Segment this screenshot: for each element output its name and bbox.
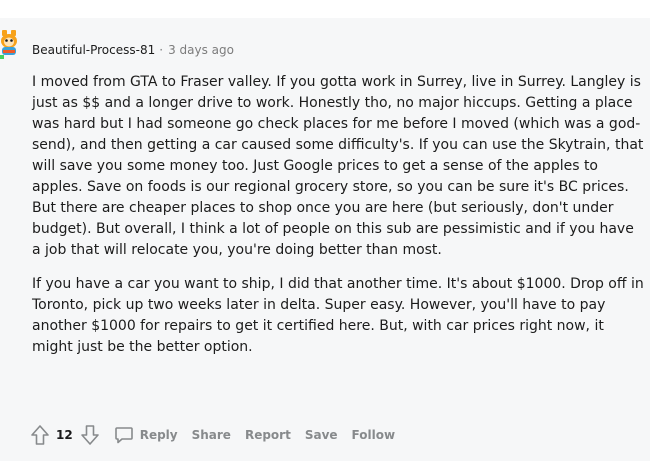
vote-score: 12 bbox=[56, 428, 73, 442]
snoo-avatar-icon bbox=[0, 30, 17, 59]
upvote-arrow-icon bbox=[31, 425, 49, 445]
reply-label: Reply bbox=[139, 428, 178, 442]
comment-body: I moved from GTA to Fraser valley. If yo… bbox=[32, 72, 644, 358]
report-button[interactable]: Report bbox=[245, 428, 291, 442]
upvote-button[interactable] bbox=[30, 424, 50, 446]
follow-button[interactable]: Follow bbox=[352, 428, 396, 442]
username-link[interactable]: Beautiful-Process-81 bbox=[32, 43, 155, 57]
timestamp-link[interactable]: 3 days ago bbox=[168, 43, 234, 57]
user-avatar[interactable] bbox=[0, 28, 22, 60]
share-button[interactable]: Share bbox=[192, 428, 231, 442]
comment-paragraph: If you have a car you want to ship, I di… bbox=[32, 276, 644, 355]
speech-bubble-icon bbox=[114, 427, 133, 444]
comment-paragraph: I moved from GTA to Fraser valley. If yo… bbox=[32, 74, 644, 258]
comment-action-bar: 12 Reply Share Report Save Follow bbox=[30, 423, 395, 447]
meta-separator: · bbox=[159, 43, 164, 57]
downvote-arrow-icon bbox=[80, 425, 99, 445]
save-button[interactable]: Save bbox=[305, 428, 338, 442]
comment-meta: Beautiful-Process-81 · 3 days ago bbox=[32, 41, 234, 59]
reply-button[interactable]: Reply bbox=[114, 425, 178, 445]
downvote-button[interactable] bbox=[80, 424, 100, 446]
